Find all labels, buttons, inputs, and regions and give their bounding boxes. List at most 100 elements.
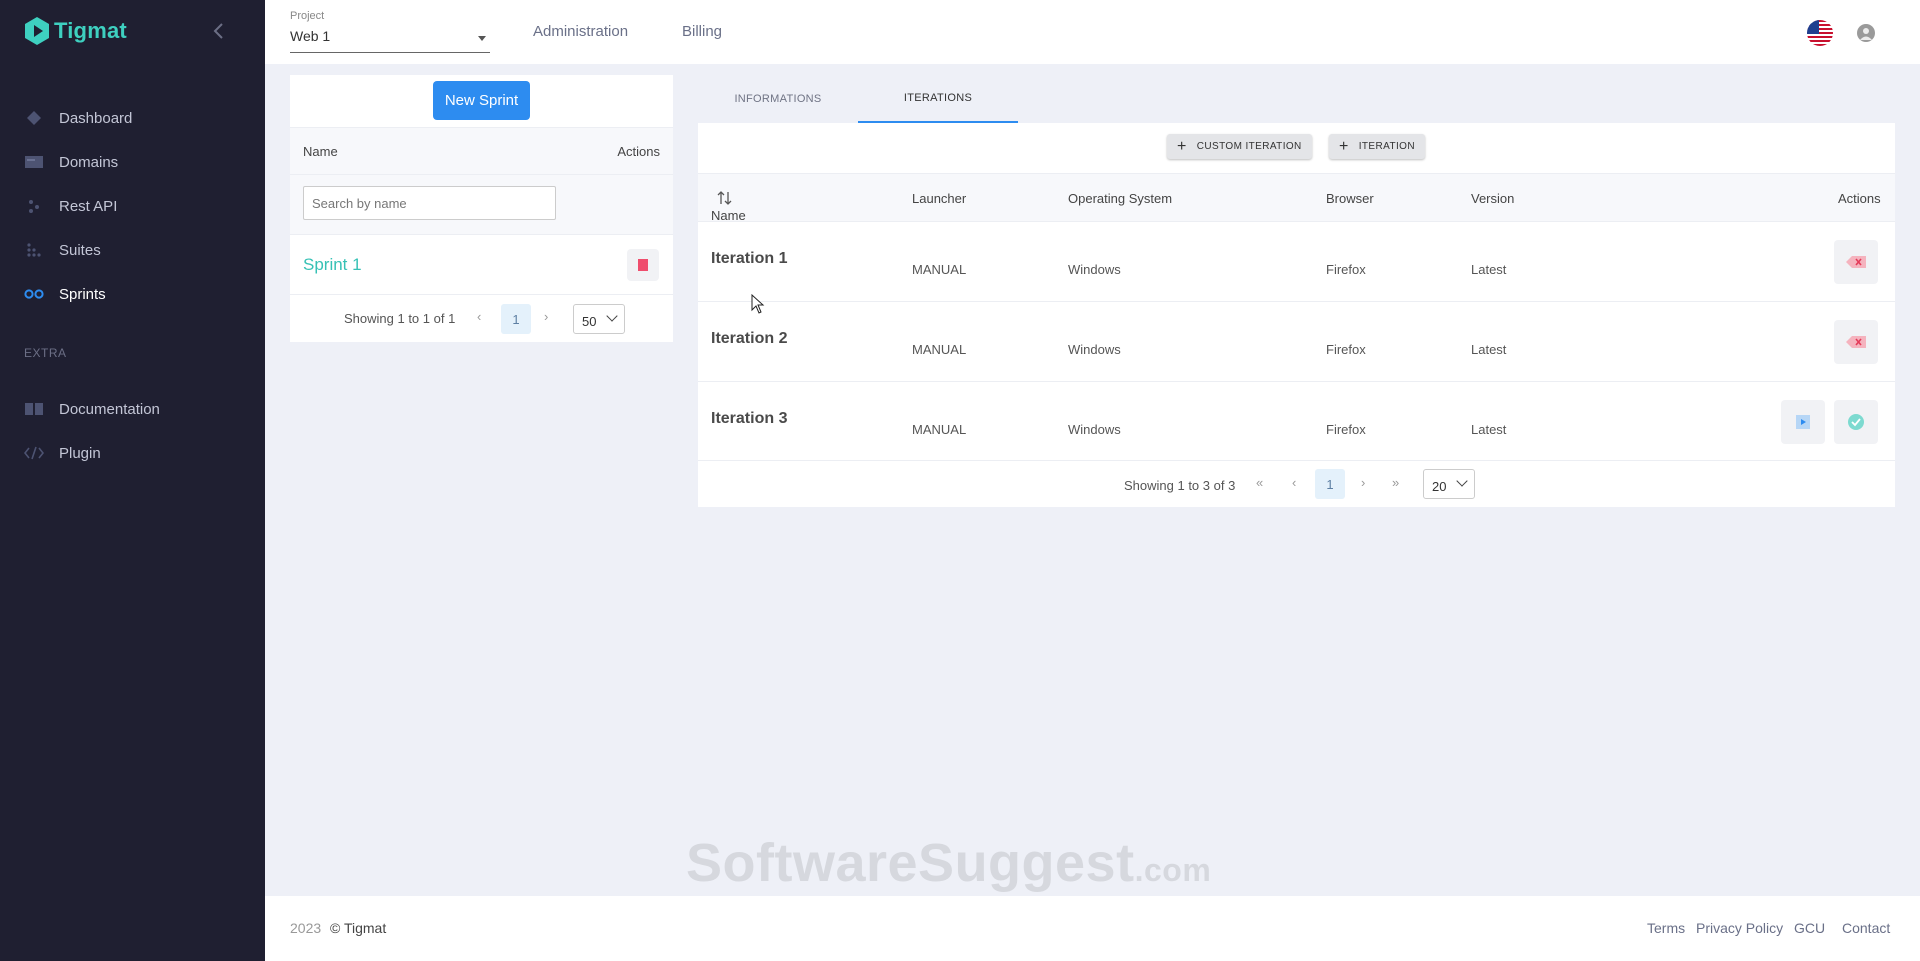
iteration-launcher: MANUAL bbox=[912, 262, 967, 277]
administration-link[interactable]: Administration bbox=[533, 23, 628, 40]
delete-iteration-button[interactable] bbox=[1834, 240, 1878, 284]
grid-dots-icon bbox=[24, 240, 44, 260]
sidebar-extra-nav: Documentation Plugin bbox=[0, 387, 265, 475]
sprints-panel: New Sprint Name Actions Sprint 1 Showing… bbox=[290, 75, 673, 342]
sidebar-item-domains[interactable]: Domains bbox=[0, 140, 265, 184]
delete-sprint-button[interactable] bbox=[627, 249, 659, 281]
footer: 2023 © Tigmat Terms Privacy Policy GCU C… bbox=[265, 896, 1920, 961]
privacy-policy-link[interactable]: Privacy Policy bbox=[1696, 920, 1783, 936]
page-number[interactable]: 1 bbox=[501, 304, 531, 334]
sidebar-item-rest-api[interactable]: Rest API bbox=[0, 184, 265, 228]
detail-tabs: INFORMATIONS ITERATIONS bbox=[698, 75, 1895, 123]
run-iteration-button[interactable] bbox=[1781, 400, 1825, 444]
iteration-os: Windows bbox=[1068, 342, 1121, 357]
iteration-version: Latest bbox=[1471, 422, 1507, 437]
mouse-cursor-icon bbox=[751, 294, 765, 314]
sidebar-item-sprints[interactable]: Sprints bbox=[0, 272, 265, 316]
dots-icon bbox=[24, 196, 44, 216]
iterations-toolbar: + CUSTOM ITERATION + ITERATION bbox=[698, 123, 1895, 173]
project-select[interactable]: Web 1 bbox=[290, 28, 490, 53]
column-version: Version bbox=[1471, 191, 1515, 206]
column-actions: Actions bbox=[1838, 191, 1881, 206]
first-page-icon[interactable]: « bbox=[1256, 475, 1263, 490]
iteration-os: Windows bbox=[1068, 262, 1121, 277]
page-size-value: 20 bbox=[1432, 479, 1447, 494]
column-browser: Browser bbox=[1326, 191, 1374, 206]
iterations-table-header: Name Launcher Operating System Browser V… bbox=[698, 173, 1895, 223]
new-sprint-button[interactable]: New Sprint bbox=[433, 81, 530, 120]
next-page-icon[interactable]: › bbox=[544, 309, 548, 324]
next-page-icon[interactable]: › bbox=[1361, 475, 1365, 490]
iteration-browser: Firefox bbox=[1326, 422, 1366, 437]
sort-icon bbox=[717, 191, 732, 205]
sidebar-item-label: Dashboard bbox=[59, 109, 133, 127]
iteration-name[interactable]: Iteration 1 bbox=[711, 250, 787, 268]
watermark-suffix: .com bbox=[1134, 852, 1212, 888]
custom-iteration-button[interactable]: + CUSTOM ITERATION bbox=[1167, 134, 1312, 159]
iteration-version: Latest bbox=[1471, 262, 1507, 277]
backspace-icon bbox=[1846, 256, 1866, 268]
sidebar-item-suites[interactable]: Suites bbox=[0, 228, 265, 272]
footer-year: 2023 bbox=[290, 920, 322, 936]
pagination-summary: Showing 1 to 3 of 3 bbox=[1124, 478, 1236, 493]
validate-iteration-button[interactable] bbox=[1834, 400, 1878, 444]
table-row: Iteration 1 MANUAL Windows Firefox Lates… bbox=[698, 221, 1895, 301]
iteration-name[interactable]: Iteration 3 bbox=[711, 410, 787, 428]
billing-link[interactable]: Billing bbox=[682, 23, 722, 40]
card-icon bbox=[24, 152, 44, 172]
custom-iteration-label: CUSTOM ITERATION bbox=[1196, 141, 1302, 152]
collapse-sidebar-icon[interactable] bbox=[210, 22, 228, 40]
us-flag-icon[interactable] bbox=[1807, 20, 1833, 46]
iteration-os: Windows bbox=[1068, 422, 1121, 437]
page-size-select[interactable]: 50 bbox=[573, 304, 625, 334]
check-circle-icon bbox=[1848, 414, 1864, 430]
table-row: Sprint 1 bbox=[290, 234, 673, 294]
topbar: Project Web 1 Administration Billing bbox=[265, 0, 1920, 64]
book-icon bbox=[24, 399, 44, 419]
contact-link[interactable]: Contact bbox=[1842, 920, 1890, 936]
column-name: Name bbox=[303, 144, 338, 159]
last-page-icon[interactable]: » bbox=[1392, 475, 1399, 490]
plus-icon: + bbox=[1177, 137, 1187, 155]
tab-iterations[interactable]: ITERATIONS bbox=[858, 75, 1018, 123]
column-name[interactable]: Name bbox=[711, 191, 746, 223]
plus-icon: + bbox=[1339, 137, 1349, 155]
user-avatar-icon[interactable] bbox=[1857, 24, 1875, 42]
sprint-name-link[interactable]: Sprint 1 bbox=[303, 255, 362, 275]
sprints-pagination: Showing 1 to 1 of 1 ‹ 1 › 50 bbox=[290, 294, 673, 342]
diamond-icon bbox=[24, 108, 44, 128]
sidebar-item-label: Documentation bbox=[59, 400, 160, 418]
sidebar-item-label: Suites bbox=[59, 241, 101, 259]
tigmat-logo-icon bbox=[25, 17, 49, 45]
add-iteration-button[interactable]: + ITERATION bbox=[1329, 134, 1425, 159]
page-number[interactable]: 1 bbox=[1315, 469, 1345, 499]
app-logo[interactable]: Tigmat bbox=[24, 16, 127, 46]
sidebar-item-documentation[interactable]: Documentation bbox=[0, 387, 265, 431]
sidebar-item-plugin[interactable]: Plugin bbox=[0, 431, 265, 475]
search-input[interactable] bbox=[303, 186, 556, 220]
trash-icon bbox=[638, 259, 648, 271]
prev-page-icon[interactable]: ‹ bbox=[477, 309, 481, 324]
sidebar-item-label: Sprints bbox=[59, 285, 106, 303]
tab-informations[interactable]: INFORMATIONS bbox=[698, 75, 858, 123]
gcu-link[interactable]: GCU bbox=[1794, 920, 1825, 936]
terms-link[interactable]: Terms bbox=[1647, 920, 1685, 936]
delete-iteration-button[interactable] bbox=[1834, 320, 1878, 364]
iteration-launcher: MANUAL bbox=[912, 342, 967, 357]
page-size-select[interactable]: 20 bbox=[1423, 469, 1475, 499]
sprints-search-row bbox=[290, 174, 673, 234]
iteration-name[interactable]: Iteration 2 bbox=[711, 330, 787, 348]
iteration-launcher: MANUAL bbox=[912, 422, 967, 437]
sidebar-nav: Dashboard Domains Rest API Suites Sprint… bbox=[0, 96, 265, 316]
sidebar: Tigmat Dashboard Domains Rest API Suites… bbox=[0, 0, 265, 961]
app-name: Tigmat bbox=[54, 18, 127, 43]
iterations-panel: + CUSTOM ITERATION + ITERATION Name Laun… bbox=[698, 123, 1895, 507]
sidebar-section-extra: EXTRA bbox=[24, 346, 67, 360]
sidebar-item-dashboard[interactable]: Dashboard bbox=[0, 96, 265, 140]
watermark: SoftwareSuggest.com bbox=[686, 832, 1211, 894]
add-iteration-label: ITERATION bbox=[1358, 141, 1415, 152]
table-row: Iteration 3 MANUAL Windows Firefox Lates… bbox=[698, 381, 1895, 461]
table-row: Iteration 2 MANUAL Windows Firefox Lates… bbox=[698, 301, 1895, 381]
prev-page-icon[interactable]: ‹ bbox=[1292, 475, 1296, 490]
chevron-down-icon bbox=[606, 310, 618, 322]
